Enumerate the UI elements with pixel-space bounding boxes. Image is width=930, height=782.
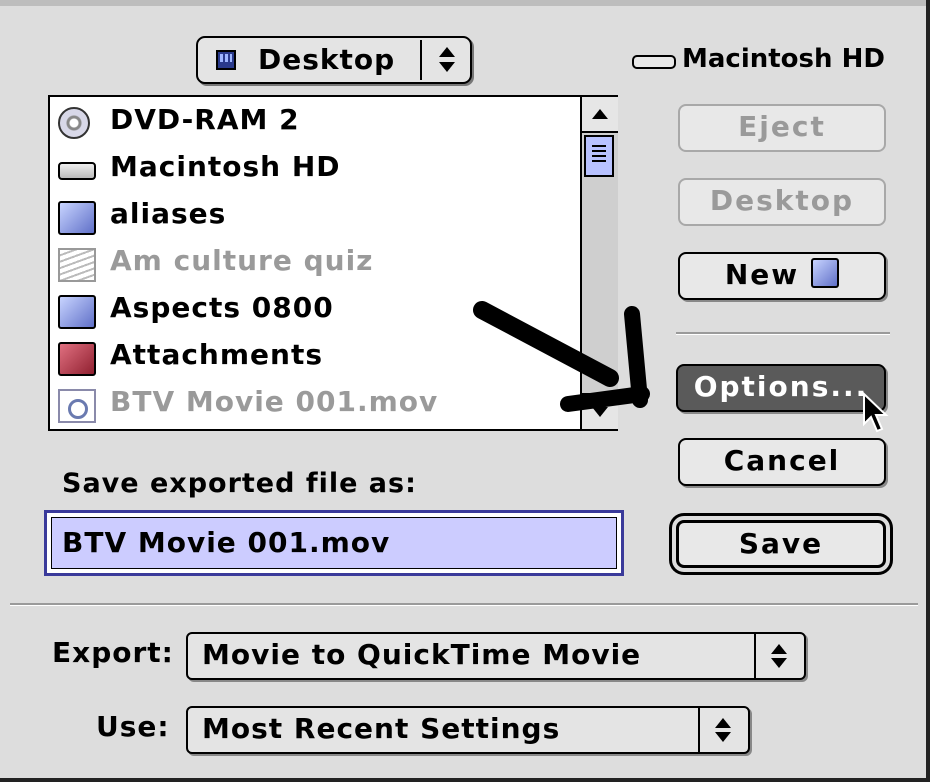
- popup-arrows-icon: [698, 708, 748, 752]
- list-item-label: Attachments: [110, 338, 324, 371]
- new-button-label: New: [724, 258, 800, 291]
- annotation-arrow-icon: [473, 301, 650, 412]
- use-label: Use:: [96, 710, 170, 743]
- list-item-label: BTV Movie 001.mov: [110, 385, 439, 418]
- cd-icon: [58, 107, 90, 139]
- movie-file-icon: [58, 389, 96, 423]
- save-button[interactable]: Save: [676, 520, 886, 568]
- export-popup[interactable]: Movie to QuickTime Movie: [186, 632, 806, 680]
- desktop-button[interactable]: Desktop: [678, 178, 886, 226]
- list-item-label: Am culture quiz: [110, 244, 374, 277]
- divider: [676, 332, 890, 335]
- new-folder-icon: [811, 258, 840, 288]
- folder-icon: [58, 295, 96, 329]
- save-as-label: Save exported file as:: [62, 468, 417, 499]
- list-item-label: Aspects 0800: [110, 291, 334, 324]
- scroll-thumb[interactable]: [584, 135, 614, 177]
- location-label: Desktop: [258, 43, 396, 76]
- mouse-cursor-icon: [863, 392, 889, 433]
- filename-field[interactable]: BTV Movie 001.mov: [44, 510, 624, 576]
- hard-disk-icon: [58, 162, 96, 180]
- export-value: Movie to QuickTime Movie: [202, 638, 642, 671]
- folder-icon: [58, 201, 96, 235]
- location-popup[interactable]: Desktop: [196, 36, 472, 84]
- divider: [10, 603, 918, 606]
- scroll-up-arrow-icon[interactable]: [582, 97, 618, 133]
- list-item-label: Macintosh HD: [110, 150, 341, 183]
- list-item-label: aliases: [110, 197, 227, 230]
- cancel-button[interactable]: Cancel: [678, 438, 886, 486]
- current-disk[interactable]: Macintosh HD: [630, 44, 885, 74]
- use-popup[interactable]: Most Recent Settings: [186, 706, 750, 754]
- options-button[interactable]: Options...: [676, 364, 886, 412]
- disk-name: Macintosh HD: [682, 44, 885, 74]
- export-label: Export:: [52, 636, 174, 669]
- list-item-label: DVD-RAM 2: [110, 103, 300, 136]
- desktop-icon: [216, 50, 236, 70]
- popup-arrows-icon: [754, 634, 804, 678]
- popup-arrows-icon: [432, 44, 462, 76]
- use-value: Most Recent Settings: [202, 712, 561, 745]
- eject-button[interactable]: Eject: [678, 104, 886, 152]
- document-stack-icon: [58, 248, 96, 282]
- popup-divider: [420, 40, 422, 80]
- red-folder-icon: [58, 342, 96, 376]
- new-folder-button[interactable]: New: [678, 252, 886, 300]
- filename-value[interactable]: BTV Movie 001.mov: [51, 517, 617, 569]
- save-dialog: Desktop Macintosh HD DVD-RAM 2 Macintosh…: [0, 0, 930, 782]
